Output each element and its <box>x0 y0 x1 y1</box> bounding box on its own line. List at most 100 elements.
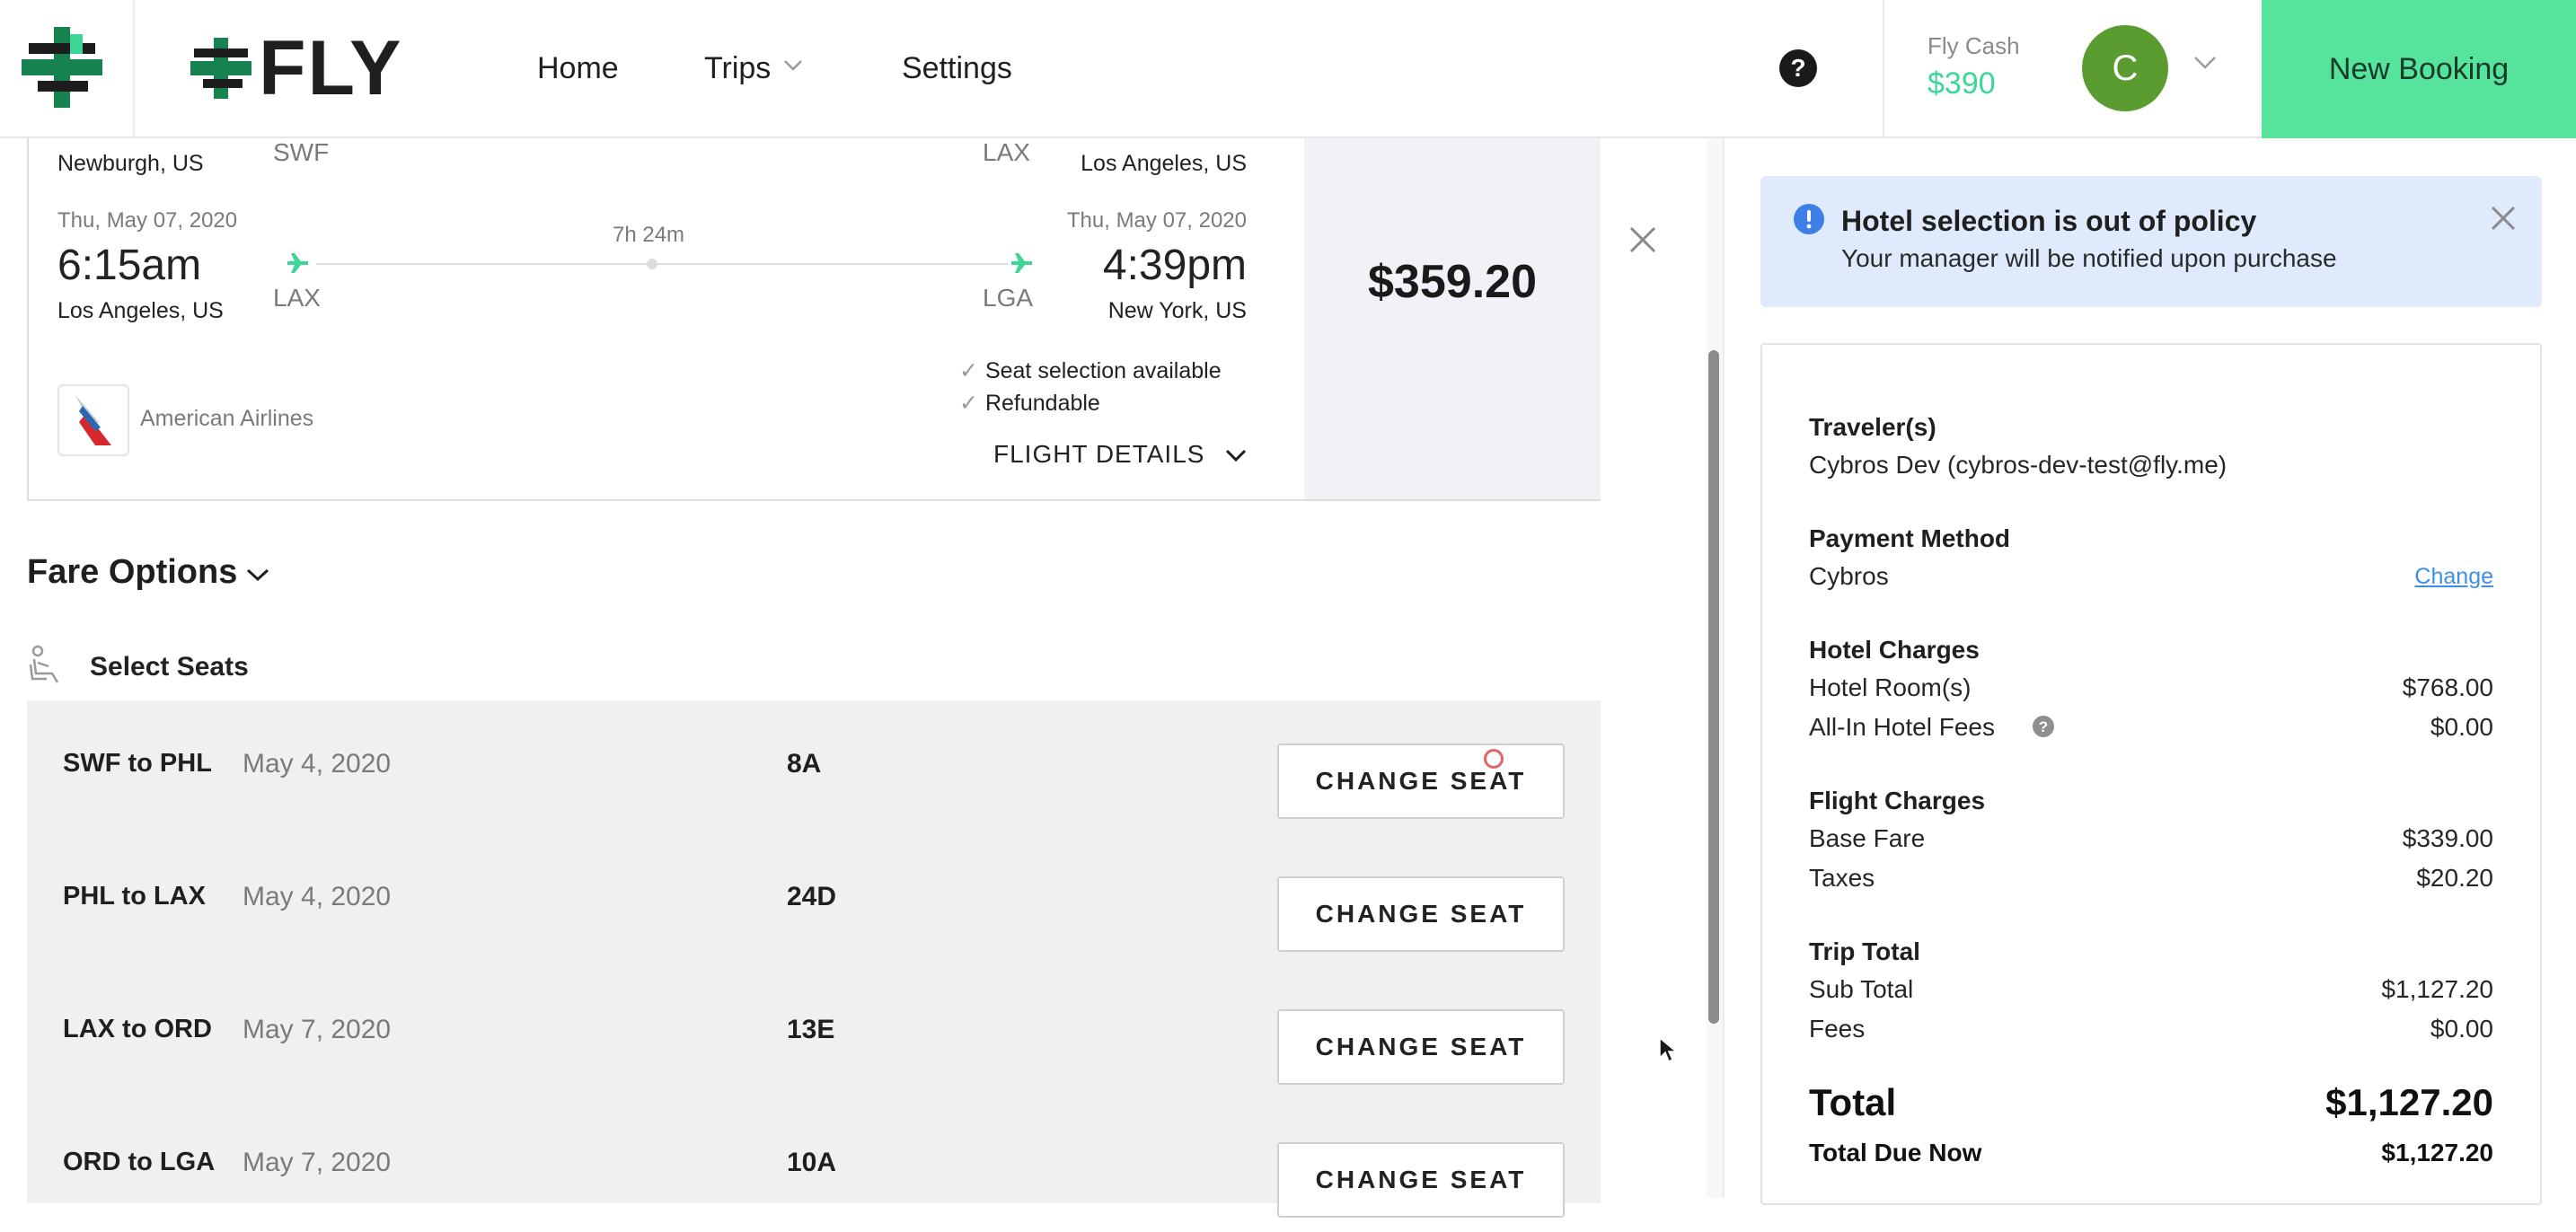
base-fare-label: Base Fare <box>1809 824 1926 852</box>
alert-title: Hotel selection is out of policy <box>1841 205 2257 237</box>
american-airlines-logo-icon <box>75 395 111 445</box>
seats-panel: SWF to PHL May 4, 2020 8A CHANGE SEAT PH… <box>27 700 1601 1218</box>
depart-date: Thu, May 07, 2020 <box>57 208 238 233</box>
booking-summary: Traveler(s) Cybros Dev (cybros-dev-test@… <box>1760 343 2542 1205</box>
total-due-value: $1,127.20 <box>2381 1139 2493 1166</box>
help-icon[interactable]: ? <box>2032 715 2055 738</box>
header-divider <box>133 0 135 138</box>
info-icon <box>1794 204 1824 234</box>
flight-charges-heading: Flight Charges <box>1809 787 1986 814</box>
fees-value: $0.00 <box>2430 1015 2493 1043</box>
fare-options-title: Fare Options <box>27 553 238 591</box>
airline-name: American Airlines <box>140 406 314 431</box>
depart-code: LAX <box>273 284 321 312</box>
chevron-down-icon[interactable] <box>2193 56 2217 70</box>
total-value: $1,127.20 <box>2325 1081 2493 1123</box>
hotel-rooms-value: $768.00 <box>2402 673 2493 701</box>
fly-logo-icon[interactable] <box>190 38 251 99</box>
change-seat-button[interactable]: CHANGE SEAT <box>1277 876 1565 952</box>
arrive-date: Thu, May 07, 2020 <box>1066 208 1247 233</box>
column-divider <box>1723 138 1725 1198</box>
change-seat-button[interactable]: CHANGE SEAT <box>1277 1009 1565 1085</box>
chevron-down-icon <box>246 568 269 582</box>
fare-options-toggle[interactable]: Fare Options <box>27 553 269 592</box>
base-fare-value: $339.00 <box>2402 824 2493 852</box>
prev-to-code: LAX <box>983 138 1030 166</box>
arrive-city: New York, US <box>1107 298 1247 323</box>
payment-heading: Payment Method <box>1809 524 2011 552</box>
chevron-down-icon <box>784 60 802 71</box>
route-line <box>316 263 1008 265</box>
seat-route: SWF to PHL <box>63 749 212 778</box>
taxes-value: $20.20 <box>2416 864 2493 892</box>
seat-row: PHL to LAX May 4, 2020 24D CHANGE SEAT <box>27 833 1601 966</box>
app-logo-icon[interactable] <box>22 27 102 108</box>
new-booking-button[interactable]: New Booking <box>2262 0 2576 138</box>
feature-seat-selection: ✓ Seat selection available <box>959 357 1222 384</box>
seat-number: 13E <box>787 1015 835 1044</box>
fly-cash-value: $390 <box>1928 66 1996 101</box>
seat-number: 10A <box>787 1148 837 1177</box>
traveler-name: Cybros Dev (cybros-dev-test@fly.me) <box>1809 451 2228 479</box>
flight-card: Newburgh, US SWF LAX Los Angeles, US Thu… <box>27 138 1601 501</box>
top-navigation-bar: FLY Home Trips Settings ? Fly Cash $390 … <box>0 0 2576 138</box>
subtotal-value: $1,127.20 <box>2381 975 2493 1003</box>
price-panel: $359.20 <box>1304 138 1601 499</box>
feature-refundable: ✓ Refundable <box>959 390 1100 417</box>
seat-date: May 4, 2020 <box>243 882 392 911</box>
feature-label: Refundable <box>984 391 1100 416</box>
total-label: Total <box>1809 1081 1897 1123</box>
seat-date: May 7, 2020 <box>243 1148 392 1177</box>
change-seat-button[interactable]: CHANGE SEAT <box>1277 744 1565 819</box>
fees-label: Fees <box>1809 1015 1866 1043</box>
check-icon: ✓ <box>959 391 978 416</box>
chevron-down-icon <box>1226 449 1247 462</box>
seat-route: LAX to ORD <box>63 1015 212 1043</box>
scrollbar-thumb[interactable] <box>1708 350 1719 1024</box>
subtotal-label: Sub Total <box>1809 975 1914 1003</box>
svg-text:?: ? <box>1790 54 1805 82</box>
seat-date: May 7, 2020 <box>243 1015 392 1044</box>
nav-home[interactable]: Home <box>537 47 619 90</box>
mouse-cursor-icon <box>1659 1036 1678 1063</box>
depart-time: 6:15am <box>57 242 202 289</box>
flight-price: $359.20 <box>1368 256 1537 308</box>
airline-logo <box>57 384 129 456</box>
change-payment-link[interactable]: Change <box>2414 564 2493 590</box>
flight-duration: 7h 24m <box>613 223 685 247</box>
total-due-label: Total Due Now <box>1809 1139 1982 1166</box>
hotel-rooms-label: Hotel Room(s) <box>1809 673 1972 701</box>
seat-row: ORD to LGA May 7, 2020 10A CHANGE SEAT <box>27 1099 1601 1232</box>
plane-icon <box>287 253 308 273</box>
help-icon[interactable]: ? <box>1778 48 1818 88</box>
close-icon[interactable] <box>2490 205 2517 232</box>
select-seats-label: Select Seats <box>90 652 249 682</box>
flight-details-toggle[interactable]: FLIGHT DETAILS <box>993 440 1247 469</box>
depart-city: Los Angeles, US <box>57 298 224 323</box>
change-seat-button[interactable]: CHANGE SEAT <box>1277 1142 1565 1218</box>
policy-alert: Hotel selection is out of policy Your ma… <box>1760 176 2542 307</box>
hotel-fees-label: All-In Hotel Fees <box>1809 713 1995 741</box>
seat-row: SWF to PHL May 4, 2020 8A CHANGE SEAT <box>27 700 1601 833</box>
hotel-fees-value: $0.00 <box>2430 713 2493 741</box>
taxes-label: Taxes <box>1809 864 1875 892</box>
prev-from-code: SWF <box>273 138 330 166</box>
avatar[interactable]: C <box>2082 25 2168 111</box>
prev-to-city: Los Angeles, US <box>1081 151 1247 176</box>
nav-settings[interactable]: Settings <box>902 47 1012 90</box>
check-icon: ✓ <box>959 358 978 383</box>
arrive-time: 4:39pm <box>1102 242 1247 289</box>
trip-total-heading: Trip Total <box>1809 937 1920 965</box>
hotel-charges-heading: Hotel Charges <box>1809 636 1980 664</box>
arrive-code: LGA <box>983 284 1034 312</box>
seat-route: PHL to LAX <box>63 882 206 911</box>
travelers-heading: Traveler(s) <box>1809 413 1936 441</box>
seat-row: LAX to ORD May 7, 2020 13E CHANGE SEAT <box>27 966 1601 1099</box>
click-indicator <box>1484 749 1504 769</box>
flight-details-label: FLIGHT DETAILS <box>993 440 1205 468</box>
brand-name[interactable]: FLY <box>259 23 403 113</box>
payment-method: Cybros <box>1809 562 1889 590</box>
nav-trips[interactable]: Trips <box>704 47 802 90</box>
seat-date: May 4, 2020 <box>243 749 392 779</box>
close-icon[interactable] <box>1628 224 1658 255</box>
